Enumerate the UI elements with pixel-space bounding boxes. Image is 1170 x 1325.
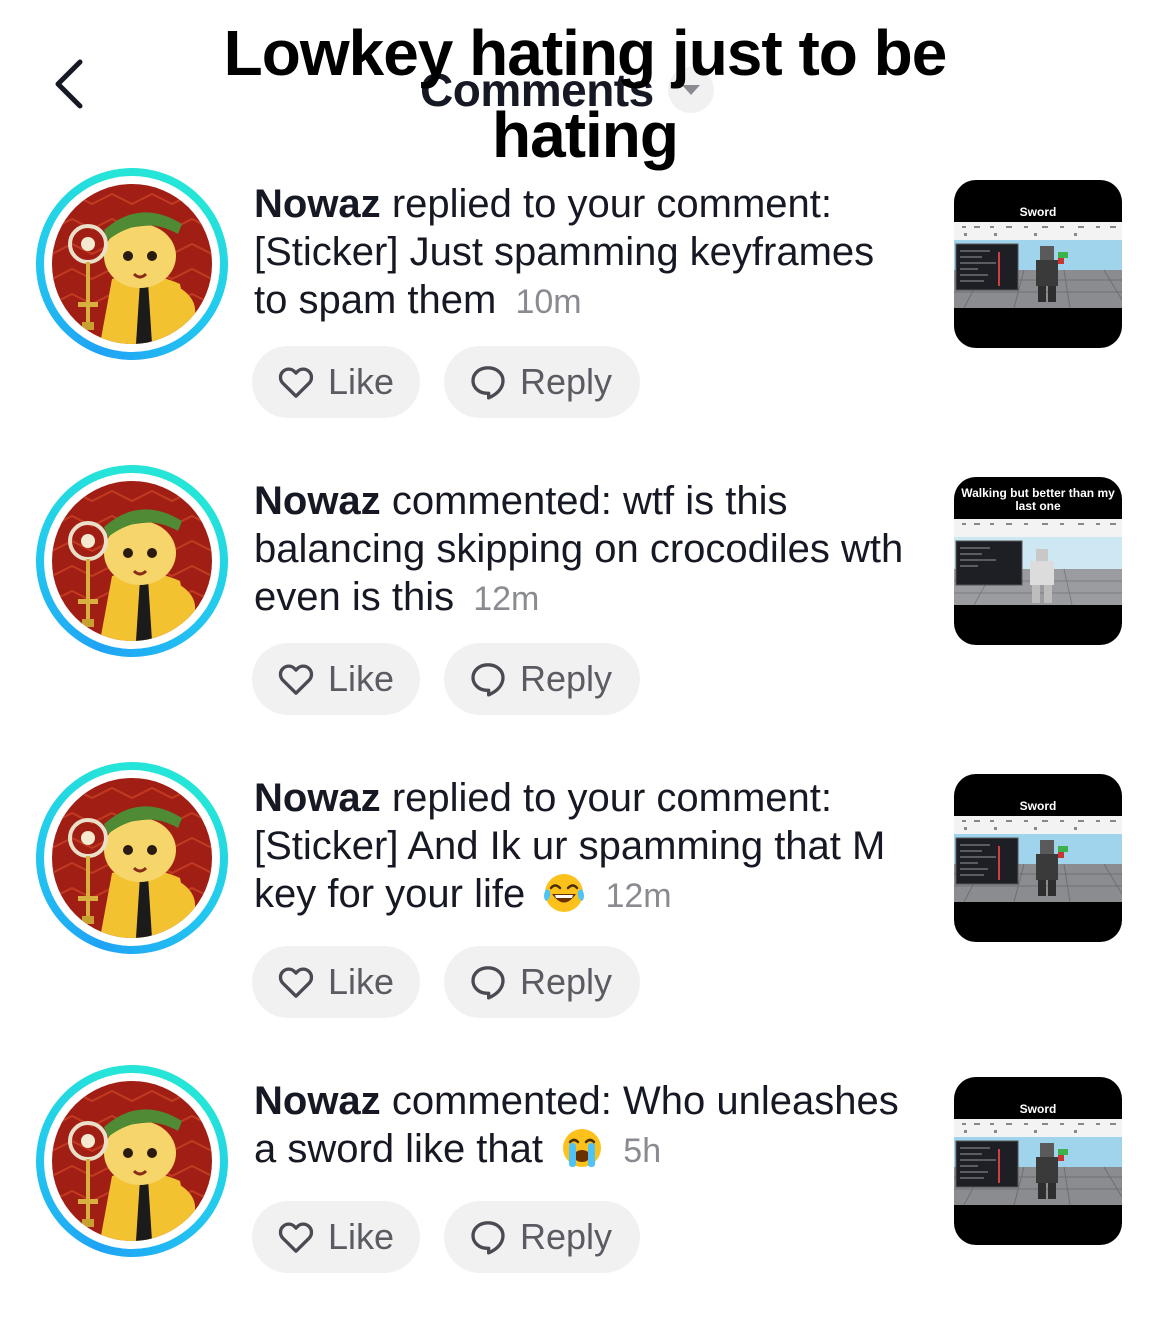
notification-text: Nowaz commented: Who unleashes a sword l… <box>254 1077 914 1175</box>
notification-text: Nowaz commented: wtf is this balancing s… <box>254 477 914 623</box>
thumbnail-image <box>954 816 1122 902</box>
heart-icon <box>276 659 316 699</box>
like-button[interactable]: Like <box>252 643 420 715</box>
avatar-image <box>52 778 212 938</box>
avatar-image <box>52 481 212 641</box>
notification-actions: Like Reply <box>252 643 640 715</box>
speech-bubble-icon <box>468 659 508 699</box>
like-button[interactable]: Like <box>252 1201 420 1273</box>
like-button[interactable]: Like <box>252 946 420 1018</box>
username[interactable]: Nowaz <box>254 479 381 523</box>
like-button[interactable]: Like <box>252 346 420 418</box>
notification-action: replied to your comment: <box>391 776 833 820</box>
back-button[interactable] <box>44 52 94 116</box>
chevron-left-icon <box>55 59 83 109</box>
like-label: Like <box>327 1216 394 1257</box>
like-label: Like <box>327 658 394 699</box>
notification-item[interactable]: Nowaz commented: Who unleashes a sword l… <box>0 1065 1170 1325</box>
notification-text: Nowaz replied to your comment: [Sticker]… <box>254 180 914 326</box>
notification-actions: Like Reply <box>252 1201 640 1273</box>
overlay-caption: Lowkey hating just to be hating <box>223 17 948 171</box>
like-label: Like <box>327 361 394 402</box>
speech-bubble-icon <box>468 962 508 1002</box>
timestamp: 10m <box>515 283 582 321</box>
notification-actions: Like Reply <box>252 346 640 418</box>
heart-icon <box>276 1217 316 1257</box>
notification-text: Nowaz replied to your comment: [Sticker]… <box>254 774 914 920</box>
avatar-frame <box>44 1073 220 1249</box>
thumbnail-title: Sword <box>1019 205 1057 219</box>
avatar[interactable] <box>36 1065 228 1257</box>
reply-button[interactable]: Reply <box>444 1201 640 1273</box>
reply-label: Reply <box>520 361 613 402</box>
notification-action: replied to your comment: <box>391 182 833 226</box>
face-with-tears-of-joy-icon <box>542 871 586 915</box>
notification-actions: Like Reply <box>252 946 640 1018</box>
video-thumbnail[interactable]: Sword <box>954 180 1122 348</box>
video-thumbnail[interactable]: Sword <box>954 1077 1122 1245</box>
avatar[interactable] <box>36 168 228 360</box>
thumbnail-image <box>954 1119 1122 1205</box>
speech-bubble-icon <box>468 362 508 402</box>
avatar-image <box>52 1081 212 1241</box>
speech-bubble-icon <box>468 1217 508 1257</box>
header: Comments Lowkey hating just to be hating <box>0 0 1170 171</box>
notification-item[interactable]: Nowaz replied to your comment: [Sticker]… <box>0 762 1170 1022</box>
username[interactable]: Nowaz <box>254 182 381 226</box>
avatar[interactable] <box>36 762 228 954</box>
loudly-crying-face-icon <box>560 1126 604 1170</box>
timestamp: 12m <box>605 877 672 915</box>
thumbnail-image <box>954 222 1122 308</box>
reply-button[interactable]: Reply <box>444 346 640 418</box>
reply-label: Reply <box>520 1216 613 1257</box>
reply-label: Reply <box>520 658 613 699</box>
avatar[interactable] <box>36 465 228 657</box>
avatar-frame <box>44 473 220 649</box>
like-label: Like <box>327 961 394 1002</box>
timestamp: 12m <box>473 580 540 618</box>
video-thumbnail[interactable]: Walking but better than my last one <box>954 477 1122 645</box>
heart-icon <box>276 362 316 402</box>
notification-item[interactable]: Nowaz replied to your comment: [Sticker]… <box>0 168 1170 428</box>
notification-item[interactable]: Nowaz commented: wtf is this balancing s… <box>0 465 1170 725</box>
reply-button[interactable]: Reply <box>444 946 640 1018</box>
thumbnail-title: Walking but better than my last one <box>961 486 1115 513</box>
avatar-image <box>52 184 212 344</box>
username[interactable]: Nowaz <box>254 776 381 820</box>
avatar-frame <box>44 176 220 352</box>
reply-button[interactable]: Reply <box>444 643 640 715</box>
notification-action: commented: <box>391 479 612 523</box>
video-thumbnail[interactable]: Sword <box>954 774 1122 942</box>
thumbnail-image <box>954 519 1122 605</box>
thumbnail-title: Sword <box>1019 1102 1057 1116</box>
thumbnail-title: Sword <box>1019 799 1057 813</box>
avatar-frame <box>44 770 220 946</box>
timestamp: 5h <box>623 1132 662 1170</box>
notification-action: commented: <box>391 1079 612 1123</box>
reply-label: Reply <box>520 961 613 1002</box>
username[interactable]: Nowaz <box>254 1079 381 1123</box>
heart-icon <box>276 962 316 1002</box>
